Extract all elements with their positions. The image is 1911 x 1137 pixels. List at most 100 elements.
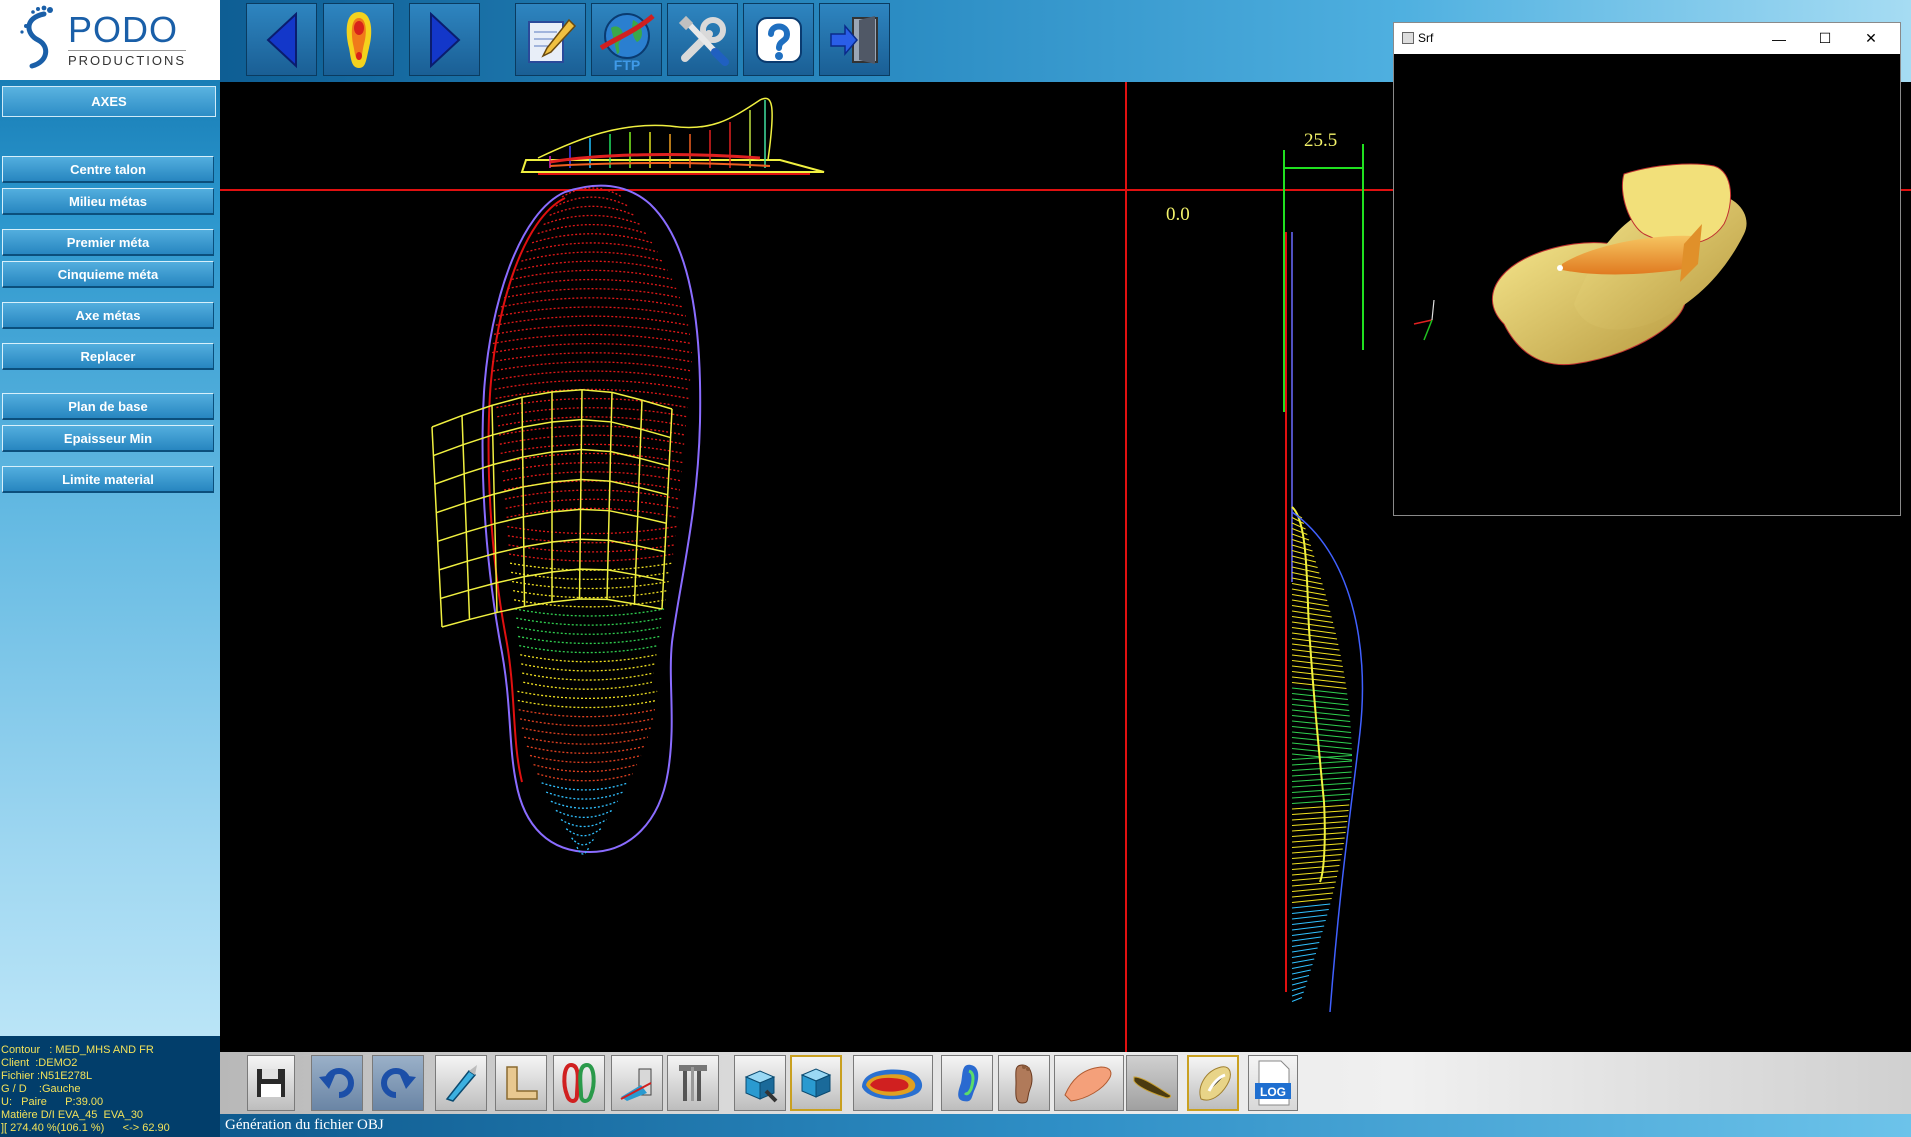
contour-line xyxy=(511,580,669,590)
undo-icon xyxy=(319,1068,354,1098)
contour-line xyxy=(533,763,638,773)
foot-pressure-button[interactable] xyxy=(323,3,394,76)
section-line xyxy=(1291,638,1339,645)
section-line xyxy=(1291,964,1313,969)
foot-3d-button[interactable] xyxy=(998,1055,1050,1111)
contour-line xyxy=(508,553,674,562)
wedge-grid-column xyxy=(431,426,443,628)
contour-line xyxy=(523,681,653,690)
previous-button[interactable] xyxy=(246,3,317,76)
shell-icon xyxy=(1064,1066,1112,1102)
section-line xyxy=(1291,843,1344,848)
axe-metas-button[interactable]: Axe métas xyxy=(2,302,214,329)
angle-tool-button[interactable] xyxy=(495,1055,547,1111)
section-line xyxy=(1291,870,1339,876)
section-line xyxy=(1291,942,1320,947)
redo-icon xyxy=(381,1068,416,1098)
bottom-toolbar: LOG xyxy=(220,1052,1911,1114)
foot-pressure-icon xyxy=(346,11,371,68)
exit-button[interactable] xyxy=(819,3,890,76)
save-button[interactable] xyxy=(247,1055,295,1111)
contour-line xyxy=(543,214,641,226)
contour-line xyxy=(565,828,602,837)
section-line xyxy=(1291,958,1315,964)
cube-view-button[interactable] xyxy=(790,1055,842,1111)
section-line xyxy=(1291,760,1352,766)
next-button[interactable] xyxy=(409,3,480,76)
profile-cut-icon xyxy=(620,1068,652,1101)
caliper-icon xyxy=(679,1065,707,1101)
log-icon: LOG xyxy=(1255,1060,1291,1106)
left-sidebar: PODO PRODUCTIONS AXES Centre talon Milie… xyxy=(0,0,220,1137)
contour-line xyxy=(522,672,654,681)
info-side: G / D :Gauche xyxy=(1,1083,81,1095)
scalpel-icon xyxy=(445,1065,477,1102)
premier-meta-button[interactable]: Premier méta xyxy=(2,229,214,256)
epaisseur-min-button[interactable]: Epaisseur Min xyxy=(2,425,214,452)
srf-3d-preview-window[interactable]: Srf — ☐ ✕ xyxy=(1393,22,1901,516)
contour-line xyxy=(497,407,687,418)
close-button[interactable]: ✕ xyxy=(1848,23,1894,54)
section-line xyxy=(1291,980,1308,986)
contour-line xyxy=(549,205,635,216)
section-line xyxy=(1291,881,1336,887)
insole-side-button[interactable] xyxy=(1126,1055,1178,1111)
maximize-button[interactable]: ☐ xyxy=(1802,23,1848,54)
section-line xyxy=(1291,947,1318,953)
contour-line xyxy=(571,837,596,846)
ftp-button[interactable]: FTP xyxy=(591,3,662,76)
section-line xyxy=(1291,859,1341,865)
section-line xyxy=(1291,804,1350,810)
pressure-map-button[interactable] xyxy=(853,1055,933,1111)
scalpel-tool-button[interactable] xyxy=(435,1055,487,1111)
status-message: Génération du fichier OBJ xyxy=(225,1117,384,1133)
section-line xyxy=(1291,876,1338,881)
section-line xyxy=(1291,687,1348,695)
cinquieme-meta-button[interactable]: Cinquieme méta xyxy=(2,261,214,288)
limite-material-button[interactable]: Limite material xyxy=(2,466,214,493)
wedge-grid-column xyxy=(606,392,613,600)
tools-icon xyxy=(678,15,729,66)
redo-button[interactable] xyxy=(372,1055,424,1111)
logo-feet-icon xyxy=(20,5,53,69)
contour-line xyxy=(526,242,658,253)
milieu-metas-button[interactable]: Milieu métas xyxy=(2,188,214,215)
help-button[interactable] xyxy=(743,3,814,76)
insole-top-button[interactable] xyxy=(1187,1055,1239,1111)
insole-3d-render[interactable] xyxy=(1394,54,1900,515)
contour-line xyxy=(537,773,633,782)
section-line xyxy=(1291,676,1346,684)
logo-text: PODO PRODUCTIONS xyxy=(68,12,186,68)
section-line xyxy=(1291,709,1350,717)
section-line xyxy=(1291,693,1348,700)
contour-line xyxy=(502,461,682,473)
caliper-button[interactable] xyxy=(667,1055,719,1111)
section-line xyxy=(1291,720,1351,728)
insoles-pair-button[interactable] xyxy=(553,1055,605,1111)
wedge-grid-column xyxy=(461,415,471,620)
insole-plan-view xyxy=(431,184,702,855)
edit-notes-button[interactable] xyxy=(515,3,586,76)
shell-button[interactable] xyxy=(1054,1055,1124,1111)
ftp-label: FTP xyxy=(613,57,639,72)
log-button[interactable]: LOG xyxy=(1248,1055,1298,1111)
section-line xyxy=(1291,550,1315,557)
minimize-button[interactable]: — xyxy=(1756,23,1802,54)
ftp-globe-icon: FTP xyxy=(599,12,655,72)
section-line xyxy=(1291,832,1346,837)
contour-line xyxy=(521,251,663,262)
settings-button[interactable] xyxy=(667,3,738,76)
window-app-icon xyxy=(1402,32,1414,44)
centre-talon-button[interactable]: Centre talon xyxy=(2,156,214,183)
profile-cut-button[interactable] xyxy=(611,1055,663,1111)
contour-line xyxy=(493,370,691,381)
replacer-button[interactable]: Replacer xyxy=(2,343,214,370)
srf-title-bar[interactable]: Srf — ☐ ✕ xyxy=(1394,23,1900,54)
logo-tagline: PRODUCTIONS xyxy=(68,53,187,68)
undo-button[interactable] xyxy=(311,1055,363,1111)
arrow-left-icon xyxy=(266,11,297,68)
foot-outline-button[interactable] xyxy=(941,1055,993,1111)
plan-de-base-button[interactable]: Plan de base xyxy=(2,393,214,420)
cube-export-button[interactable] xyxy=(734,1055,786,1111)
contour-line xyxy=(492,352,692,363)
